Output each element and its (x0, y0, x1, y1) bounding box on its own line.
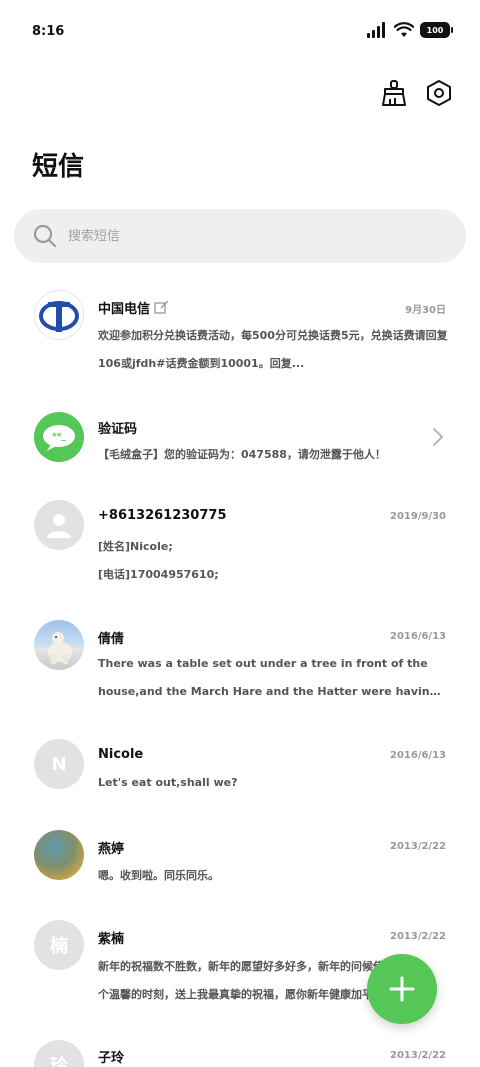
avatar-letter: N (51, 753, 67, 775)
message-date: 9月30日 (405, 305, 446, 316)
avatar-letter: 楠 (50, 936, 68, 957)
list-item[interactable]: 中国电信 9月30日 欢迎参加积分兑换话费活动，每500分可兑换话费5元，兑换话… (0, 280, 480, 380)
avatar (34, 500, 84, 550)
message-preview: 106或jfdh#话费金额到10001。回复... (98, 357, 305, 370)
contact-name: +8613261230775 (98, 508, 226, 523)
list-item[interactable]: N Nicole 2016/6/13 Let's eat out,shall w… (0, 739, 480, 809)
list-item[interactable]: 玲 子玲 2013/2/22 (0, 1040, 480, 1067)
svg-text:**_: **_ (52, 432, 66, 442)
message-preview: 【毛绒盒子】您的验证码为：047588，请勿泄露于他人！ (98, 448, 386, 461)
list-item[interactable]: +8613261230775 2019/9/30 [姓名]Nicole; [电话… (0, 500, 480, 600)
avatar (34, 830, 84, 880)
contact-name: Nicole (98, 747, 143, 762)
message-date: 2013/2/22 (389, 841, 446, 852)
contact-name-text: +8613261230775 (98, 508, 227, 523)
new-message-button[interactable] (367, 954, 437, 1024)
person-icon (47, 514, 71, 538)
contact-name: 倩倩 (98, 628, 124, 647)
contact-name-text: Nicole (98, 747, 144, 762)
message-date: 2016/6/13 (389, 631, 446, 642)
polar-bear-image (48, 632, 72, 664)
message-date: 2016/6/13 (389, 750, 446, 761)
telecom-logo-icon (39, 301, 79, 332)
avatar: N (34, 739, 84, 789)
contact-name-text: 子玲 (98, 1051, 125, 1066)
message-preview: 嗯。收到啦。同乐同乐。 (98, 869, 219, 882)
message-preview: house,and the March Hare and the Hatter … (98, 685, 448, 698)
avatar: **_ (34, 412, 84, 462)
plus-icon (389, 976, 415, 1002)
message-date: 2019/9/30 (389, 511, 446, 522)
list-item[interactable]: 燕婷 2013/2/22 嗯。收到啦。同乐同乐。 (0, 830, 480, 900)
contact-name: 子玲 (98, 1047, 124, 1066)
contact-name: 验证码 (98, 418, 137, 437)
contact-name-text: 验证码 (98, 422, 138, 437)
message-date: 2013/2/22 (389, 931, 446, 942)
chat-bubble-icon: **_ (43, 425, 75, 451)
avatar-letter: 玲 (50, 1056, 68, 1067)
message-preview: [电话]17004957610; (98, 568, 219, 581)
message-preview: There was a table set out under a tree i… (98, 657, 428, 670)
avatar: 玲 (34, 1040, 84, 1067)
contact-name-text: 倩倩 (98, 632, 125, 647)
avatar (34, 620, 84, 670)
list-item[interactable]: **_ 验证码 【毛绒盒子】您的验证码为：047588，请勿泄露于他人！ (0, 400, 480, 480)
conversation-list: 中国电信 9月30日 欢迎参加积分兑换话费活动，每500分可兑换话费5元，兑换话… (0, 0, 480, 1067)
message-preview: [姓名]Nicole; (98, 540, 173, 553)
edit-icon (154, 300, 169, 314)
list-item[interactable]: 倩倩 2016/6/13 There was a table set out u… (0, 620, 480, 720)
message-preview: Let's eat out,shall we? (98, 776, 238, 789)
message-preview: 欢迎参加积分兑换话费活动，每500分可兑换话费5元，兑换话费请回复 (98, 329, 448, 342)
contact-name-text: 紫楠 (98, 932, 125, 947)
avatar (34, 290, 84, 340)
chevron-right-icon (433, 428, 443, 446)
contact-name-text: 燕婷 (98, 842, 125, 857)
contact-name: 紫楠 (98, 928, 124, 947)
avatar: 楠 (34, 920, 84, 970)
contact-name: 燕婷 (98, 838, 124, 857)
message-date: 2013/2/22 (389, 1050, 446, 1061)
contact-name-text: 中国电信 (98, 302, 151, 317)
contact-name: 中国电信 (98, 298, 169, 317)
